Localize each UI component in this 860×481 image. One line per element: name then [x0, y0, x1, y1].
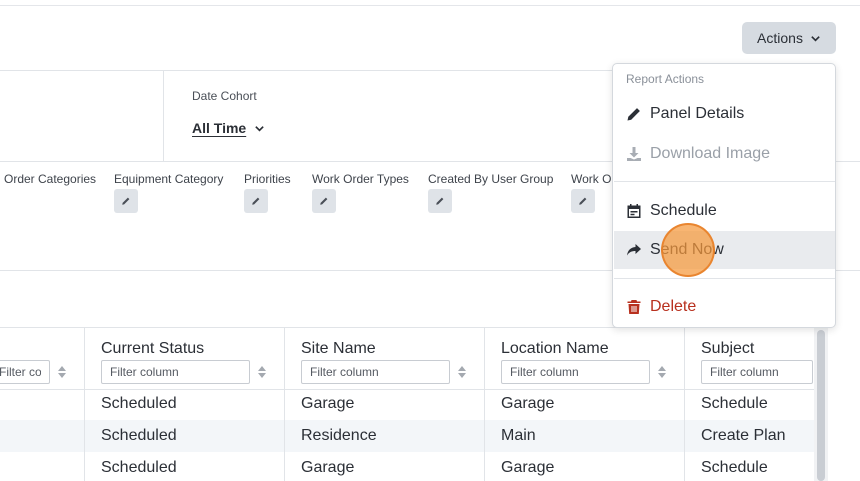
date-cohort-label: Date Cohort [192, 89, 257, 103]
table-cell: Scheduled [101, 427, 177, 444]
column-header-location-name[interactable]: Location Name [501, 340, 609, 358]
chevron-down-icon [811, 35, 820, 42]
scrollbar-thumb[interactable] [817, 330, 825, 481]
filter-label: Order Categories [4, 172, 97, 186]
pencil-icon [436, 197, 444, 205]
column-divider [284, 389, 285, 481]
edit-filter-button[interactable] [114, 189, 138, 213]
table-cell: Garage [301, 395, 355, 412]
menu-item-label: Delete [650, 298, 697, 315]
table-row[interactable]: Scheduled Garage Garage Schedule [0, 452, 816, 481]
table-cell: Garage [501, 395, 555, 412]
pencil-icon [252, 197, 260, 205]
table-cell: Garage [501, 459, 555, 476]
table-cell: Main [501, 427, 536, 444]
actions-button-label: Actions [757, 30, 803, 46]
date-cohort-dropdown[interactable]: All Time [192, 120, 265, 136]
column-header-subject[interactable]: Subject [701, 340, 754, 358]
column-header-site-name[interactable]: Site Name [301, 340, 376, 358]
menu-item-label: Schedule [650, 202, 717, 219]
chevron-down-icon [255, 125, 264, 132]
filter-priorities: Priorities [244, 172, 291, 213]
column-divider [484, 389, 485, 481]
column-divider [684, 389, 685, 481]
filter-created-by-user-group: Created By User Group [428, 172, 554, 213]
menu-item-label: Download Image [650, 145, 771, 162]
calendar-icon [627, 204, 641, 218]
filter-equipment-category: Equipment Category [114, 172, 224, 213]
sort-icon[interactable] [657, 364, 667, 380]
table-row[interactable]: Scheduled Residence Main Create Plan [0, 420, 816, 452]
filter-work-order-types: Work Order Types [312, 172, 409, 213]
edit-filter-button[interactable] [244, 189, 268, 213]
menu-item-label: Panel Details [650, 105, 745, 122]
table-cell: Schedule [701, 459, 768, 476]
section-divider [0, 70, 612, 71]
pencil-icon [320, 197, 328, 205]
menu-item-download-image: Download Image [614, 135, 835, 173]
filter-column-input[interactable] [0, 360, 50, 384]
actions-button[interactable]: Actions [742, 22, 836, 54]
table-row[interactable]: Scheduled Garage Garage Schedule [0, 388, 816, 420]
sort-icon[interactable] [57, 364, 67, 380]
filter-column-input[interactable] [701, 360, 813, 384]
column-divider [84, 389, 85, 481]
filter-column-input[interactable] [101, 360, 250, 384]
table-cell: Scheduled [101, 395, 177, 412]
filter-label: Equipment Category [114, 172, 224, 186]
share-arrow-icon [627, 244, 641, 256]
menu-item-label: Send Now [650, 241, 724, 258]
column-header-current-status[interactable]: Current Status [101, 340, 204, 358]
date-cohort-value: All Time [192, 120, 247, 136]
table-cell: Schedule [701, 395, 768, 412]
top-divider [0, 5, 860, 6]
menu-divider [614, 278, 835, 279]
menu-item-send-now[interactable]: Send Now [614, 231, 835, 269]
sort-icon[interactable] [257, 364, 267, 380]
edit-filter-button[interactable] [571, 189, 595, 213]
table-cell: Scheduled [101, 459, 177, 476]
table-cell: Residence [301, 427, 377, 444]
trash-icon [627, 300, 641, 314]
edit-filter-button[interactable] [428, 189, 452, 213]
filter-label: Created By User Group [428, 172, 554, 186]
filter-label: Work O [571, 172, 612, 186]
filter-work-o: Work O [571, 172, 612, 213]
filter-column-input[interactable] [501, 360, 650, 384]
menu-divider [614, 181, 835, 182]
sort-icon[interactable] [457, 364, 467, 380]
pencil-icon [122, 197, 130, 205]
edit-filter-button[interactable] [312, 189, 336, 213]
filter-column-input[interactable] [301, 360, 450, 384]
table-cell: Create Plan [701, 427, 786, 444]
menu-item-delete[interactable]: Delete [614, 288, 835, 326]
menu-item-panel-details[interactable]: Panel Details [614, 95, 835, 133]
pencil-icon [627, 108, 640, 121]
download-icon [627, 147, 641, 161]
menu-header: Report Actions [626, 72, 705, 86]
filter-label: Work Order Types [312, 172, 409, 186]
report-actions-menu: Report Actions Panel Details Download Im… [612, 63, 836, 328]
column-divider [163, 70, 164, 162]
table-cell: Garage [301, 459, 355, 476]
filter-label: Priorities [244, 172, 291, 186]
filter-order-categories: Order Categories [4, 172, 96, 186]
menu-item-schedule[interactable]: Schedule [614, 192, 835, 230]
pencil-icon [579, 197, 587, 205]
